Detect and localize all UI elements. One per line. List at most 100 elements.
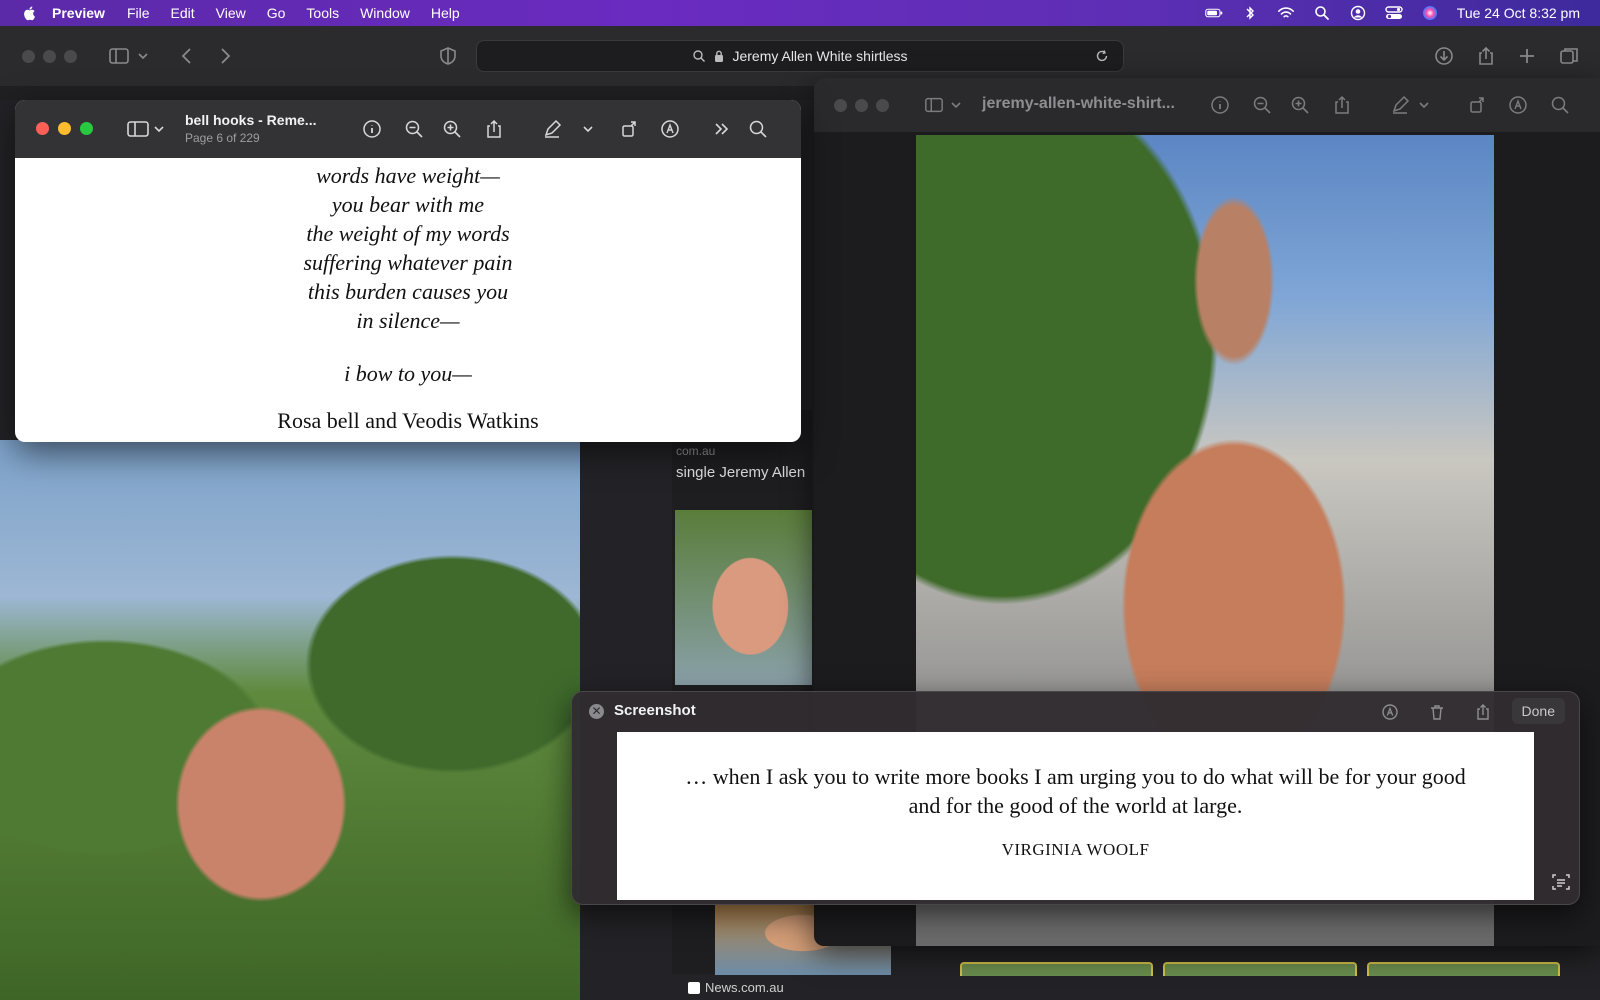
pdf-window-title: bell hooks - Reme... — [185, 112, 317, 128]
search-icon[interactable] — [748, 119, 768, 139]
sidebar-icon[interactable] — [108, 45, 130, 67]
pdf-minimize-button[interactable] — [58, 122, 71, 135]
share-icon[interactable] — [484, 119, 504, 139]
screenshot-title: Screenshot — [614, 702, 696, 719]
menu-app-name[interactable]: Preview — [52, 5, 105, 21]
pdf-zoom-button[interactable] — [80, 122, 93, 135]
info-icon[interactable] — [1210, 95, 1230, 115]
rotate-icon[interactable] — [620, 119, 640, 139]
poem-line: suffering whatever pain — [303, 250, 513, 275]
menu-window[interactable]: Window — [360, 5, 410, 21]
more-tools-icon[interactable] — [712, 119, 732, 139]
markup-icon[interactable] — [660, 119, 680, 139]
menu-bar: Preview File Edit View Go Tools Window H… — [0, 0, 1600, 26]
downloads-icon[interactable] — [1433, 45, 1455, 67]
safari-close-button[interactable] — [22, 50, 35, 63]
menu-clock[interactable]: Tue 24 Oct 8:32 pm — [1457, 5, 1580, 21]
new-tab-icon[interactable] — [1516, 45, 1538, 67]
sidebar-icon[interactable] — [924, 95, 944, 115]
poem-line: you bear with me — [331, 192, 485, 217]
safari-zoom-button[interactable] — [64, 50, 77, 63]
info-icon[interactable] — [362, 119, 382, 139]
thumbnail-strip-item[interactable] — [1163, 962, 1357, 976]
quote-line-1: … when I ask you to write more books I a… — [685, 764, 1466, 789]
chevron-down-icon[interactable] — [582, 119, 594, 139]
favicon-icon — [688, 981, 700, 994]
control-center-icon[interactable] — [1385, 5, 1403, 21]
lock-icon — [715, 50, 724, 62]
zoom-out-icon[interactable] — [1252, 95, 1272, 115]
siri-icon[interactable] — [1421, 5, 1439, 21]
bottom-thumbnails — [960, 962, 1560, 976]
sidebar-icon[interactable] — [126, 119, 150, 139]
image-zoom-button[interactable] — [876, 99, 889, 112]
image-window-title: jeremy-allen-white-shirt... — [982, 95, 1175, 112]
result-title[interactable]: single Jeremy Allen — [676, 464, 814, 481]
left-photo — [0, 440, 580, 1000]
chevron-down-icon[interactable] — [153, 119, 165, 139]
chevron-down-icon[interactable] — [950, 95, 962, 115]
privacy-shield-icon[interactable] — [437, 45, 459, 67]
thumbnail-strip-item[interactable] — [960, 962, 1154, 976]
pdf-page[interactable]: words have weight— you bear with me the … — [15, 158, 801, 442]
quote-text: … when I ask you to write more books I a… — [639, 762, 1512, 820]
screenshot-panel: ✕ Screenshot Done … when I ask you to wr… — [571, 691, 1580, 905]
back-icon[interactable] — [176, 45, 198, 67]
image-minimize-button[interactable] — [855, 99, 868, 112]
menu-edit[interactable]: Edit — [171, 5, 195, 21]
share-icon[interactable] — [1474, 703, 1492, 721]
pdf-close-button[interactable] — [36, 122, 49, 135]
address-text: Jeremy Allen White shirtless — [732, 48, 908, 64]
markup-pen-icon[interactable] — [542, 119, 562, 139]
share-icon[interactable] — [1475, 45, 1497, 67]
menu-help[interactable]: Help — [431, 5, 460, 21]
poem-line: in silence— — [356, 308, 460, 333]
safari-minimize-button[interactable] — [43, 50, 56, 63]
bluetooth-icon[interactable] — [1241, 5, 1259, 21]
chevron-down-icon[interactable] — [1418, 95, 1430, 115]
forward-icon[interactable] — [214, 45, 236, 67]
thumbnail-strip-item[interactable] — [1366, 962, 1560, 976]
result-source: com.au — [676, 444, 716, 458]
poem-line: the weight of my words — [306, 221, 510, 246]
poem-line: words have weight— — [316, 163, 500, 188]
share-icon[interactable] — [1332, 95, 1352, 115]
search-icon[interactable] — [1550, 95, 1570, 115]
trash-icon[interactable] — [1428, 703, 1446, 721]
menu-tools[interactable]: Tools — [306, 5, 339, 21]
dedication-signature: Rosa bell and Veodis Watkins — [277, 408, 539, 433]
quote-line-2: and for the good of the world at large. — [908, 793, 1243, 818]
chevron-down-icon[interactable] — [136, 45, 150, 67]
battery-icon[interactable] — [1205, 5, 1223, 21]
image-close-button[interactable] — [834, 99, 847, 112]
address-bar[interactable]: Jeremy Allen White shirtless — [476, 40, 1124, 72]
search-icon — [693, 50, 706, 63]
live-text-icon[interactable] — [1551, 872, 1571, 892]
poem-line: this burden causes you — [307, 279, 509, 304]
apple-icon[interactable] — [22, 5, 38, 21]
wifi-icon[interactable] — [1277, 5, 1295, 21]
poem-bow-line: i bow to you— — [344, 361, 472, 386]
reload-icon[interactable] — [1095, 49, 1109, 63]
screenshot-content: … when I ask you to write more books I a… — [617, 732, 1534, 900]
zoom-in-icon[interactable] — [442, 119, 462, 139]
rotate-icon[interactable] — [1468, 95, 1488, 115]
preview-pdf-window: bell hooks - Reme... Page 6 of 229 words… — [15, 100, 801, 442]
menu-go[interactable]: Go — [267, 5, 286, 21]
bottom-result-source[interactable]: News.com.au — [688, 980, 784, 995]
preview-image-toolbar: jeremy-allen-white-shirt... — [814, 78, 1600, 132]
quote-author: VIRGINIA WOOLF — [1001, 840, 1150, 859]
markup-icon[interactable] — [1508, 95, 1528, 115]
tab-overview-icon[interactable] — [1558, 45, 1580, 67]
done-button[interactable]: Done — [1511, 698, 1565, 724]
user-icon[interactable] — [1349, 5, 1367, 21]
zoom-out-icon[interactable] — [404, 119, 424, 139]
zoom-in-icon[interactable] — [1290, 95, 1310, 115]
markup-pen-icon[interactable] — [1390, 95, 1410, 115]
menu-file[interactable]: File — [127, 5, 150, 21]
close-icon[interactable]: ✕ — [589, 704, 604, 719]
menu-view[interactable]: View — [216, 5, 246, 21]
markup-icon[interactable] — [1381, 703, 1399, 721]
result-thumbnail[interactable] — [675, 510, 812, 685]
spotlight-icon[interactable] — [1313, 5, 1331, 21]
